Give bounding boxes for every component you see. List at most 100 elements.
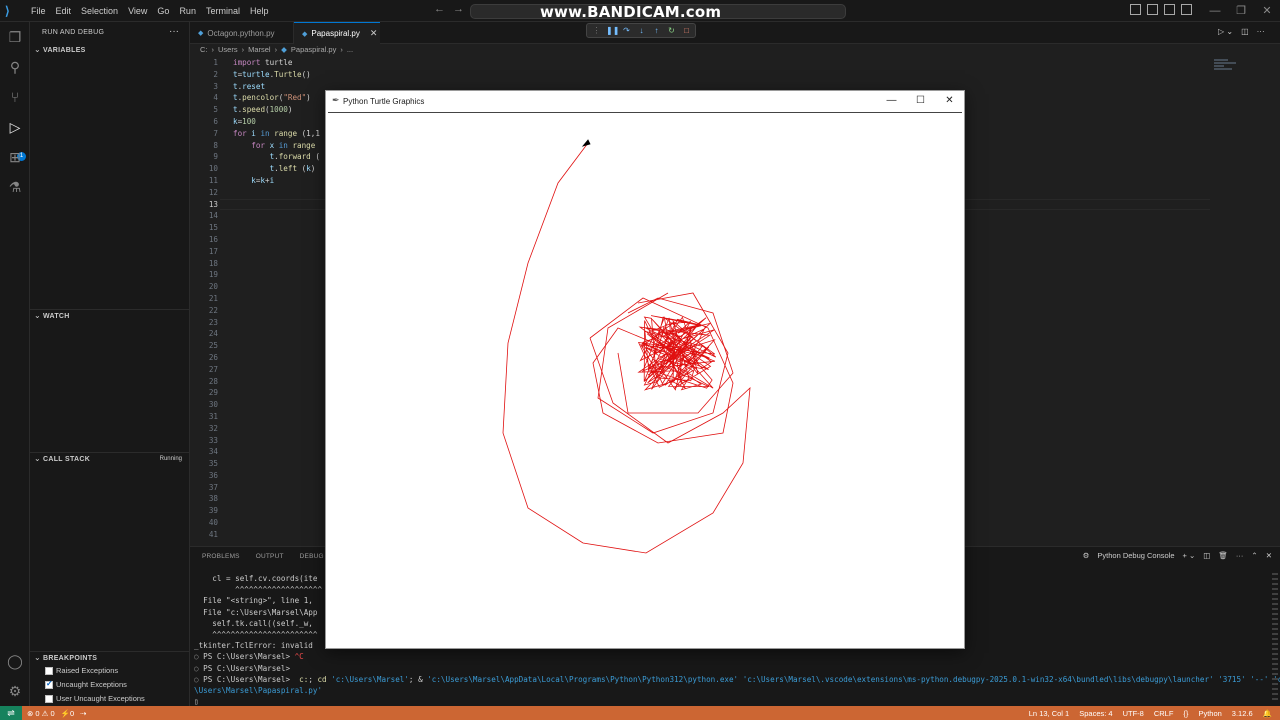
code-content[interactable]: import turtle t=turtle.Turtle() t.reset t.p… bbox=[233, 57, 320, 210]
minimize-icon[interactable]: — bbox=[877, 91, 906, 111]
run-and-debug-icon[interactable]: ▷ bbox=[7, 119, 23, 135]
step-into-icon[interactable]: ↓ bbox=[636, 26, 647, 35]
notifications-icon[interactable]: 🔔 bbox=[1263, 709, 1272, 718]
code-line[interactable]: t.pencolor("Red") bbox=[233, 92, 320, 104]
gear-icon[interactable]: ⚙ bbox=[7, 683, 23, 699]
breakpoint-item[interactable]: Uncaught Exceptions bbox=[45, 679, 127, 689]
code-line[interactable]: t.speed(1000) bbox=[233, 104, 320, 116]
testing-icon[interactable]: ⚗ bbox=[7, 179, 23, 195]
code-line[interactable]: t.forward ( bbox=[233, 151, 320, 163]
step-out-icon[interactable]: ↑ bbox=[651, 26, 662, 35]
menu-item-selection[interactable]: Selection bbox=[76, 6, 123, 16]
more-actions-icon[interactable]: ··· bbox=[1236, 551, 1244, 560]
panel-tab-output[interactable]: OUTPUT bbox=[256, 553, 284, 560]
python-version[interactable]: 3.12.6 bbox=[1232, 709, 1253, 718]
breakpoint-item[interactable]: Raised Exceptions bbox=[45, 666, 118, 675]
toggle-secondary-sidebar-icon[interactable] bbox=[1164, 4, 1175, 15]
panel-tab-problems[interactable]: PROBLEMS bbox=[202, 553, 240, 560]
code-line[interactable]: k=k+i bbox=[233, 175, 320, 187]
menu-item-help[interactable]: Help bbox=[245, 6, 274, 16]
code-line[interactable]: import turtle bbox=[233, 57, 320, 69]
chevron-up-icon[interactable]: ⌃ bbox=[1251, 551, 1257, 560]
cursor-position[interactable]: Ln 13, Col 1 bbox=[1029, 709, 1069, 718]
breakpoint-checkbox[interactable] bbox=[45, 666, 53, 675]
tab-octagon[interactable]: ◆ Octagon.python.py bbox=[190, 22, 294, 44]
indentation[interactable]: Spaces: 4 bbox=[1079, 709, 1112, 718]
code-line[interactable]: for x in range bbox=[233, 140, 320, 152]
terminal-actions: ⚙ Python Debug Console + ⌄ ◫ 🗑 ··· ⌃ ✕ bbox=[1083, 551, 1272, 560]
watch-section[interactable]: ⌄ WATCH bbox=[30, 309, 190, 323]
new-terminal-icon[interactable]: + ⌄ bbox=[1183, 551, 1196, 560]
split-terminal-icon[interactable]: ◫ bbox=[1203, 551, 1210, 560]
breadcrumb-item[interactable]: ... bbox=[347, 45, 353, 54]
turtle-canvas[interactable] bbox=[328, 112, 962, 647]
search-icon[interactable]: ⚲ bbox=[7, 59, 23, 75]
errors-status[interactable]: ⊗ 0 ⚠ 0 bbox=[27, 709, 55, 718]
maximize-icon[interactable]: ☐ bbox=[906, 91, 935, 111]
customize-layout-icon[interactable] bbox=[1181, 4, 1192, 15]
more-actions-icon[interactable]: ··· bbox=[169, 26, 179, 37]
variables-section[interactable]: ⌄ VARIABLES bbox=[30, 44, 190, 58]
run-file-icon[interactable]: ▷ ⌄ bbox=[1218, 27, 1233, 36]
minimize-icon[interactable]: — bbox=[1202, 0, 1228, 22]
menu-item-terminal[interactable]: Terminal bbox=[201, 6, 245, 16]
call-stack-section[interactable]: ⌄ CALL STACK Running bbox=[30, 452, 190, 466]
menu-item-edit[interactable]: Edit bbox=[51, 6, 77, 16]
language-braces[interactable]: {} bbox=[1183, 709, 1188, 718]
code-line[interactable]: for i in range (1,1 bbox=[233, 128, 320, 140]
more-actions-icon[interactable]: ··· bbox=[1257, 27, 1265, 36]
breadcrumb-item[interactable]: Papaspiral.py bbox=[291, 45, 336, 54]
code-line[interactable]: t=turtle.Turtle() bbox=[233, 69, 320, 81]
breakpoints-section[interactable]: ⌄ BREAKPOINTS bbox=[30, 651, 190, 665]
line-endings[interactable]: CRLF bbox=[1154, 709, 1174, 718]
pause-icon[interactable]: ❚❚ bbox=[606, 26, 619, 35]
breakpoint-checkbox[interactable] bbox=[45, 679, 53, 689]
explorer-icon[interactable]: ❐ bbox=[7, 29, 23, 45]
breakpoint-checkbox[interactable] bbox=[45, 694, 53, 703]
back-arrow-icon[interactable]: ← bbox=[434, 3, 445, 15]
code-line[interactable]: k=100 bbox=[233, 116, 320, 128]
minimap[interactable] bbox=[1214, 58, 1254, 70]
terminal-selector[interactable]: Python Debug Console bbox=[1097, 551, 1174, 560]
account-icon[interactable]: ◯ bbox=[7, 653, 23, 669]
debug-status-icon[interactable]: ⇢ bbox=[80, 709, 86, 718]
code-line[interactable]: t.left (k) bbox=[233, 163, 320, 175]
toggle-sidebar-icon[interactable] bbox=[1130, 4, 1141, 15]
restart-icon[interactable]: ↻ bbox=[666, 26, 677, 35]
kill-terminal-icon[interactable]: 🗑 bbox=[1218, 551, 1228, 560]
menu-item-file[interactable]: File bbox=[26, 6, 51, 16]
maximize-icon[interactable]: ❐ bbox=[1228, 0, 1254, 22]
line-number: 28 bbox=[208, 376, 218, 386]
forward-arrow-icon[interactable]: → bbox=[453, 3, 464, 15]
terminal-scrollbar[interactable] bbox=[1272, 573, 1278, 703]
line-number: 30 bbox=[208, 400, 218, 410]
encoding[interactable]: UTF-8 bbox=[1123, 709, 1144, 718]
breadcrumb-item[interactable]: Marsel bbox=[248, 45, 271, 54]
breadcrumb-item[interactable]: C: bbox=[200, 45, 208, 54]
close-tab-icon[interactable]: ✕ bbox=[370, 28, 378, 39]
breakpoint-item[interactable]: User Uncaught Exceptions bbox=[45, 694, 145, 703]
close-icon[interactable]: ✕ bbox=[1254, 0, 1280, 22]
code-line[interactable]: t.reset bbox=[233, 81, 320, 93]
tab-papaspiral[interactable]: ◆ Papaspiral.py ✕ bbox=[294, 22, 380, 44]
stop-icon[interactable]: □ bbox=[681, 26, 692, 35]
menu-item-view[interactable]: View bbox=[123, 6, 152, 16]
close-panel-icon[interactable]: ✕ bbox=[1266, 551, 1272, 560]
split-editor-icon[interactable]: ◫ bbox=[1241, 27, 1249, 36]
toggle-panel-icon[interactable] bbox=[1147, 4, 1158, 15]
extensions-icon[interactable]: ⊞ bbox=[7, 149, 23, 165]
drag-handle-icon[interactable]: ⋮ bbox=[591, 26, 602, 35]
ports-status[interactable]: ⚡0 bbox=[61, 709, 75, 718]
menu-item-run[interactable]: Run bbox=[174, 6, 201, 16]
turtle-title-bar[interactable]: ✒ Python Turtle Graphics — ☐ ✕ bbox=[326, 91, 964, 111]
language-mode[interactable]: Python bbox=[1198, 709, 1221, 718]
close-icon[interactable]: ✕ bbox=[935, 91, 964, 111]
menu-item-go[interactable]: Go bbox=[152, 6, 174, 16]
chevron-down-icon: ⌄ bbox=[34, 653, 41, 662]
source-control-icon[interactable]: ⑂ bbox=[7, 89, 23, 105]
code-line[interactable] bbox=[233, 199, 320, 211]
remote-indicator-icon[interactable]: ⇌ bbox=[0, 706, 22, 720]
breadcrumb-item[interactable]: Users bbox=[218, 45, 238, 54]
code-line[interactable] bbox=[233, 187, 320, 199]
step-over-icon[interactable]: ↷ bbox=[621, 26, 632, 35]
